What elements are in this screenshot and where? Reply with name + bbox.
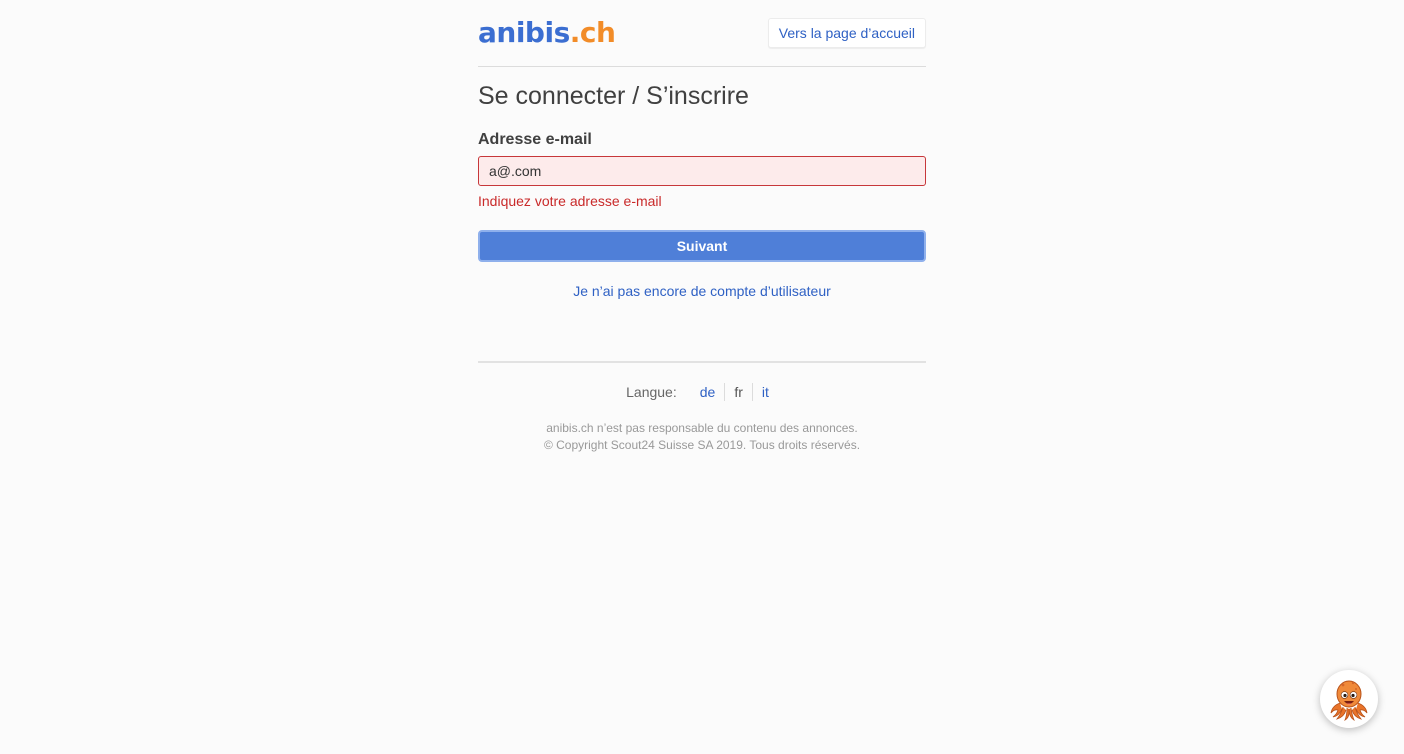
anibis-logo[interactable]: anibis.ch — [478, 15, 616, 51]
logo-text-domain: .ch — [569, 16, 616, 49]
next-button[interactable]: Suivant — [478, 230, 926, 262]
language-option-de[interactable]: de — [691, 383, 725, 401]
language-selector: Langue: de fr it — [478, 383, 926, 401]
email-label: Adresse e-mail — [478, 131, 592, 148]
chat-assistant-button[interactable] — [1320, 670, 1378, 728]
language-label: Langue: — [626, 384, 677, 400]
email-field[interactable] — [478, 156, 926, 186]
no-account-link[interactable]: Je n’ai pas encore de compte d’utilisate… — [478, 282, 926, 300]
login-container: anibis.ch Vers la page d’accueil Se conn… — [478, 0, 926, 452]
page-title: Se connecter / S’inscrire — [478, 82, 749, 110]
octopus-icon — [1330, 680, 1368, 721]
language-option-fr[interactable]: fr — [724, 383, 752, 401]
footer: anibis.ch n’est pas responsable du conte… — [478, 420, 926, 454]
header: anibis.ch Vers la page d’accueil — [478, 0, 926, 67]
footer-copyright: © Copyright Scout24 Suisse SA 2019. Tous… — [543, 438, 861, 452]
footer-disclaimer: anibis.ch n’est pas responsable du conte… — [546, 421, 858, 435]
language-option-it[interactable]: it — [751, 383, 778, 401]
home-page-button[interactable]: Vers la page d’accueil — [767, 18, 926, 48]
footer-divider — [478, 361, 926, 363]
email-error-message: Indiquez votre adresse e-mail — [478, 193, 662, 209]
logo-text-name: anibis — [478, 16, 570, 49]
